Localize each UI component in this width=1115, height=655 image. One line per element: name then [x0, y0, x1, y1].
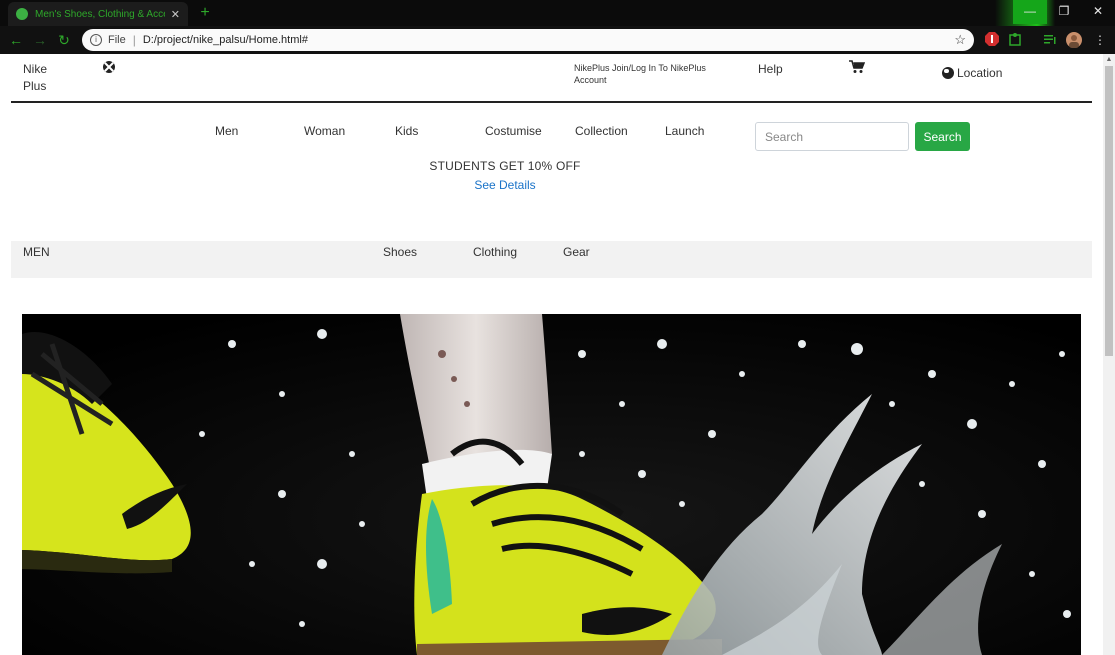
tab-title: Men's Shoes, Clothing & Accessories: [35, 8, 165, 20]
basketball-icon[interactable]: [103, 61, 115, 73]
promo-headline: STUDENTS GET 10% OFF: [429, 159, 581, 173]
address-separator: |: [132, 33, 136, 47]
search-input[interactable]: [755, 122, 909, 151]
top-header: Nike Plus NikePlus Join/Log In To NikePl…: [11, 54, 1092, 103]
subnav-item-shoes[interactable]: Shoes: [383, 245, 417, 259]
nav-link-costumise[interactable]: Costumise: [485, 124, 542, 138]
shopping-cart-icon[interactable]: [849, 60, 866, 74]
maximize-button[interactable]: ❐: [1047, 0, 1081, 24]
nav-link-woman[interactable]: Woman: [304, 124, 345, 138]
playlist-icon[interactable]: [1042, 32, 1058, 48]
site-favicon-icon: [16, 8, 28, 20]
nav-link-launch[interactable]: Launch: [665, 124, 704, 138]
subnav-item-clothing[interactable]: Clothing: [473, 245, 517, 259]
forward-arrow-icon[interactable]: →: [30, 30, 50, 50]
category-subnav: MEN Shoes Clothing Gear: [11, 241, 1092, 278]
scrollbar-thumb[interactable]: [1105, 66, 1113, 356]
brand-name[interactable]: Nike Plus: [23, 61, 73, 95]
subnav-item-gear[interactable]: Gear: [563, 245, 590, 259]
see-details-link[interactable]: See Details: [474, 178, 535, 192]
page-scrollbar[interactable]: ▲: [1103, 54, 1115, 655]
address-scheme: File: [108, 34, 126, 46]
hero-shoe-splash-illustration: [22, 314, 1081, 655]
globe-icon: [942, 67, 954, 79]
page-viewport: Nike Plus NikePlus Join/Log In To NikePl…: [0, 54, 1103, 655]
window-controls: — ❐ ✕: [1013, 0, 1115, 26]
minimize-button[interactable]: —: [1013, 0, 1047, 24]
profile-avatar[interactable]: [1066, 32, 1082, 48]
nav-link-men[interactable]: Men: [215, 124, 238, 138]
scroll-up-arrow-icon[interactable]: ▲: [1103, 54, 1115, 66]
browser-tab[interactable]: Men's Shoes, Clothing & Accessories ✕: [8, 2, 188, 26]
extension-puzzle-icon[interactable]: [1008, 32, 1024, 48]
menu-kebab-icon[interactable]: ⋮: [1092, 32, 1108, 48]
bookmark-star-icon[interactable]: ☆: [954, 32, 966, 48]
search-button[interactable]: Search: [915, 122, 970, 151]
location-link[interactable]: Location: [942, 66, 1002, 80]
new-tab-button[interactable]: +: [196, 4, 214, 22]
subnav-title: MEN: [23, 245, 50, 259]
browser-toolbar: ← → ↻ i File | D:/project/nike_palsu/Hom…: [0, 26, 1115, 54]
browser-tab-strip: Men's Shoes, Clothing & Accessories ✕ + …: [0, 0, 1115, 26]
promo-banner: STUDENTS GET 10% OFF See Details: [0, 159, 1010, 194]
location-label: Location: [957, 66, 1003, 80]
address-url[interactable]: D:/project/nike_palsu/Home.html#: [143, 34, 308, 46]
reload-icon[interactable]: ↻: [54, 30, 74, 50]
address-bar[interactable]: i File | D:/project/nike_palsu/Home.html…: [82, 29, 974, 51]
info-icon[interactable]: i: [90, 34, 102, 46]
hero-image: [22, 314, 1081, 655]
nav-link-kids[interactable]: Kids: [395, 124, 418, 138]
tab-close-icon[interactable]: ✕: [171, 8, 180, 21]
back-arrow-icon[interactable]: ←: [6, 30, 26, 50]
account-link[interactable]: NikePlus Join/Log In To NikePlus Account: [574, 62, 724, 86]
help-link[interactable]: Help: [758, 62, 783, 76]
extension-adblock-icon[interactable]: [984, 32, 1000, 48]
close-window-button[interactable]: ✕: [1081, 0, 1115, 24]
nav-link-collection[interactable]: Collection: [575, 124, 628, 138]
